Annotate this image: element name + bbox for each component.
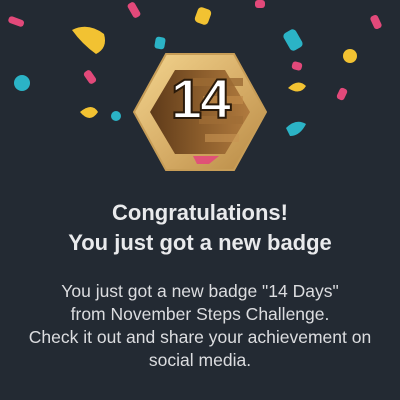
confetti-piece	[80, 107, 98, 118]
badge-message: You just got a new badge "14 Days" from …	[0, 280, 400, 372]
message-line-3: Check it out and share your achievement …	[28, 327, 372, 347]
heading-line-2: You just got a new badge	[68, 230, 332, 255]
confetti-piece	[291, 61, 303, 71]
confetti-piece	[288, 82, 306, 92]
confetti-piece	[72, 26, 105, 54]
heading-line-1: Congratulations!	[112, 200, 288, 225]
badge-number: 14	[170, 66, 232, 131]
confetti-piece	[8, 16, 25, 27]
confetti-piece	[111, 111, 121, 121]
confetti-piece	[286, 121, 306, 136]
confetti-piece	[336, 87, 348, 101]
confetti-piece	[370, 14, 382, 30]
message-line-1: You just got a new badge "14 Days"	[61, 281, 339, 301]
confetti-piece	[154, 36, 166, 50]
confetti-piece	[255, 0, 265, 8]
confetti-piece	[194, 7, 212, 25]
congratulations-heading: Congratulations! You just got a new badg…	[0, 198, 400, 258]
badge: 14	[132, 52, 268, 172]
confetti-piece	[127, 2, 141, 18]
message-line-4: social media.	[148, 350, 252, 370]
confetti-piece	[14, 75, 30, 91]
confetti-piece	[83, 70, 97, 84]
confetti-piece	[283, 29, 303, 51]
confetti-piece	[343, 49, 357, 63]
message-line-2: from November Steps Challenge.	[70, 304, 330, 324]
